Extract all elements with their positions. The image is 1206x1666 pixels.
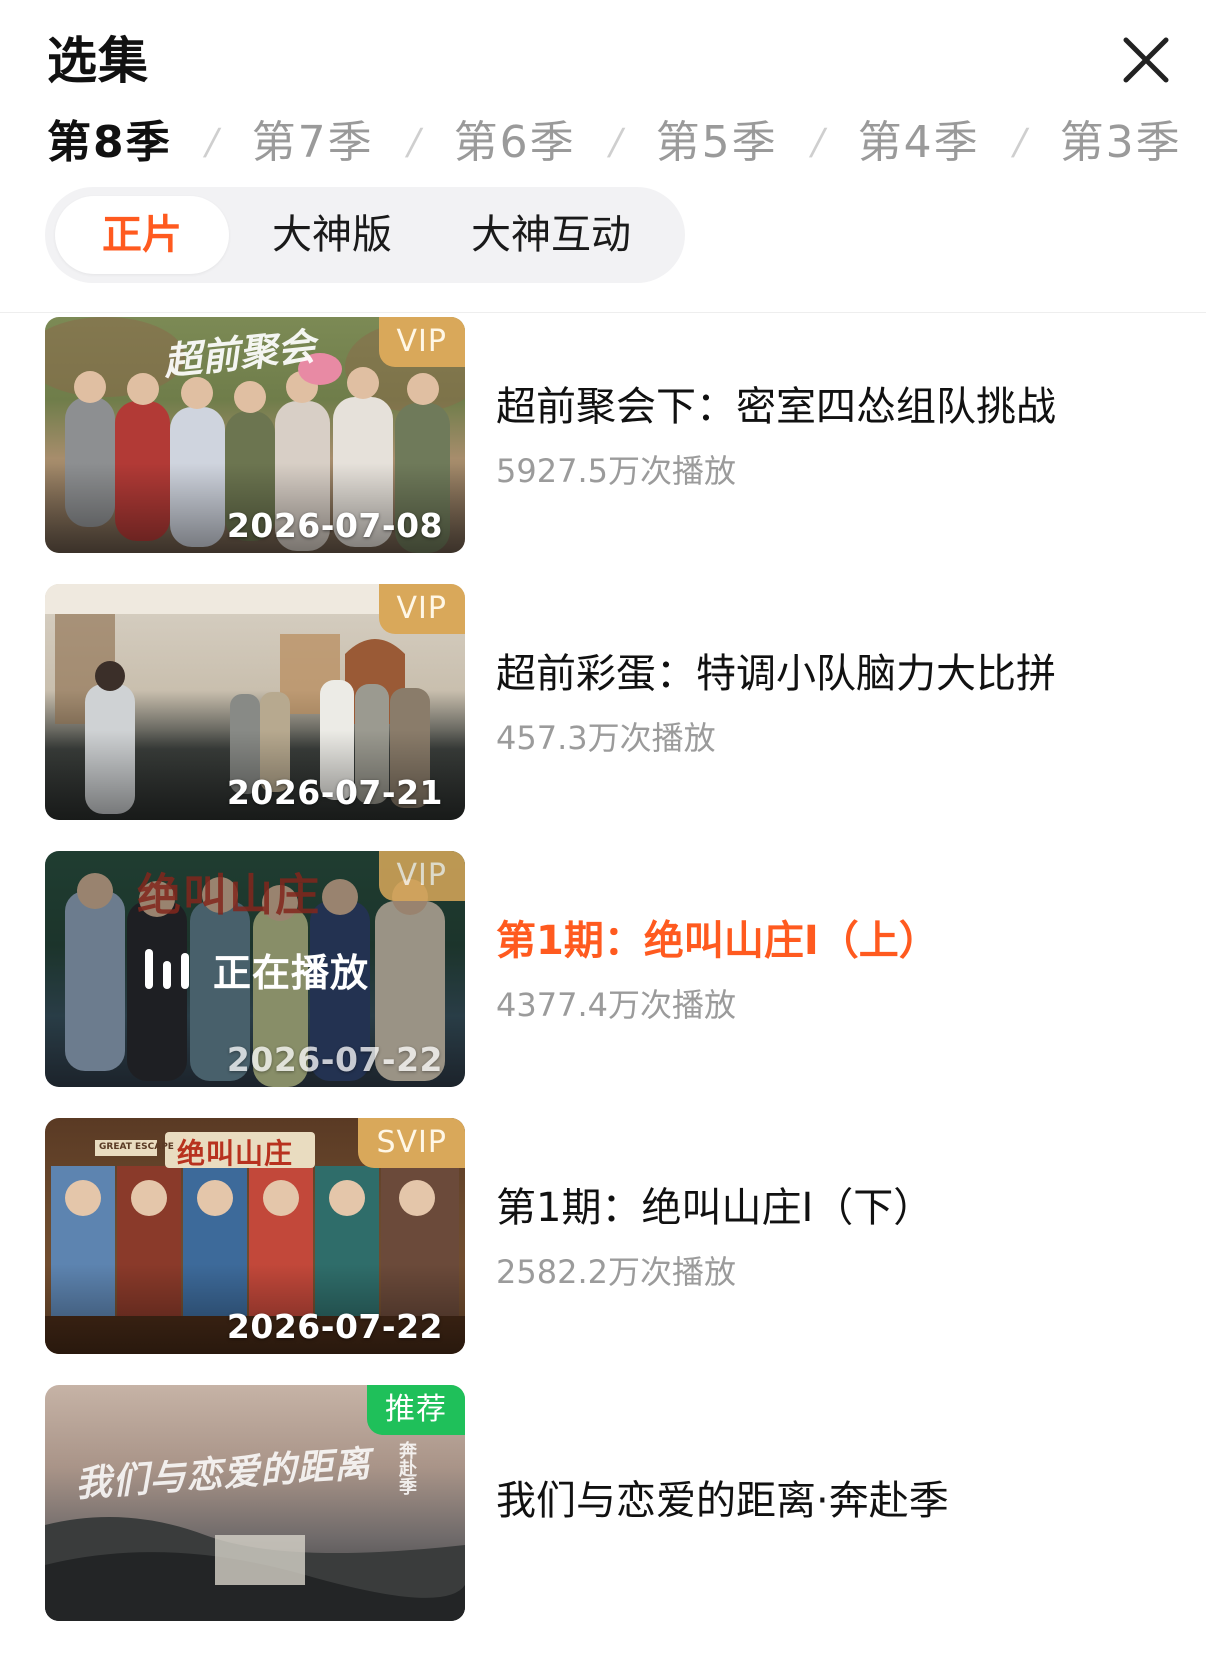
episode-views: 5927.5万次播放 [496, 452, 736, 490]
episode-date: 2026-07-22 [226, 1040, 443, 1079]
episode-item[interactable]: 绝叫山庄 GREAT ESCAPE SVIP 2026-07-22 第1期：绝叫… [0, 1114, 1206, 1354]
episode-title: 我们与恋爱的距离·奔赴季 [496, 1478, 949, 1524]
episode-thumbnail: 绝叫山庄 VIP 正在播放 2026-07-22 [45, 851, 465, 1087]
now-playing-indicator: 正在播放 [141, 943, 369, 995]
season-separator: / [403, 122, 425, 163]
version-tab-interactive[interactable]: 大神互动 [431, 196, 671, 274]
episode-views: 4377.4万次播放 [496, 986, 736, 1024]
thumbnail-title-art: 绝叫山庄 [177, 1137, 294, 1170]
episode-panel-header: 选集 第8季 / 第7季 / 第6季 / 第5季 / 第4季 / 第3季 正片 … [0, 0, 1206, 313]
episode-date: 2026-07-21 [226, 773, 443, 812]
vip-badge: VIP [378, 851, 465, 901]
vip-badge: VIP [378, 317, 465, 367]
season-separator: / [605, 122, 627, 163]
tab-season-5[interactable]: 第5季 [656, 108, 778, 178]
version-tab-main[interactable]: 正片 [55, 196, 229, 274]
tab-season-4[interactable]: 第4季 [858, 108, 980, 178]
episode-title: 超前彩蛋：特调小队脑力大比拼 [496, 651, 1056, 697]
season-separator: / [807, 122, 829, 163]
season-separator: / [201, 122, 223, 163]
episode-item[interactable]: 超前聚会 VIP 2026-07-08 超前聚会下：密室四怂组队挑战 5927.… [0, 313, 1206, 553]
svip-badge: SVIP [358, 1118, 465, 1168]
episode-title: 第1期：绝叫山庄I（上） [496, 918, 939, 964]
vip-badge: VIP [378, 584, 465, 634]
episode-thumbnail: 超前聚会 VIP 2026-07-08 [45, 317, 465, 553]
episode-date: 2026-07-22 [226, 1307, 443, 1346]
close-icon [1123, 37, 1169, 83]
tab-season-7[interactable]: 第7季 [252, 108, 374, 178]
tab-season-3[interactable]: 第3季 [1060, 108, 1182, 178]
version-tab-expert[interactable]: 大神版 [243, 196, 421, 274]
equalizer-icon [145, 949, 189, 989]
thumbnail-subtitle-art: 奔赴季 [396, 1441, 417, 1495]
now-playing-label: 正在播放 [213, 950, 370, 995]
season-tabs: 第8季 / 第7季 / 第6季 / 第5季 / 第4季 / 第3季 [47, 108, 1206, 178]
episode-item[interactable]: VIP 2026-07-21 超前彩蛋：特调小队脑力大比拼 457.3万次播放 [0, 580, 1206, 820]
close-button[interactable] [1116, 30, 1176, 90]
season-separator: / [1009, 122, 1031, 163]
episode-date: 2026-07-08 [226, 506, 443, 545]
page-title: 选集 [47, 32, 149, 90]
episode-item-current[interactable]: 绝叫山庄 VIP 正在播放 2026-07-22 第1期：绝叫山庄I（上） 43… [0, 847, 1206, 1087]
episode-thumbnail: 我们与恋爱的距离 奔赴季 推荐 [45, 1385, 465, 1621]
version-switcher: 正片 大神版 大神互动 [45, 187, 685, 283]
episode-thumbnail: VIP 2026-07-21 [45, 584, 465, 820]
thumbnail-subtitle-art: GREAT ESCAPE [99, 1142, 174, 1152]
episode-title: 超前聚会下：密室四怂组队挑战 [496, 384, 1056, 430]
episode-views: 457.3万次播放 [496, 719, 716, 757]
tab-season-6[interactable]: 第6季 [454, 108, 576, 178]
recommended-item[interactable]: 我们与恋爱的距离 奔赴季 推荐 我们与恋爱的距离·奔赴季 [0, 1381, 1206, 1621]
episode-title: 第1期：绝叫山庄I（下） [496, 1185, 934, 1231]
recommend-badge: 推荐 [367, 1385, 465, 1435]
tab-season-8[interactable]: 第8季 [47, 108, 172, 178]
episode-views: 2582.2万次播放 [496, 1253, 736, 1291]
episode-thumbnail: 绝叫山庄 GREAT ESCAPE SVIP 2026-07-22 [45, 1118, 465, 1354]
